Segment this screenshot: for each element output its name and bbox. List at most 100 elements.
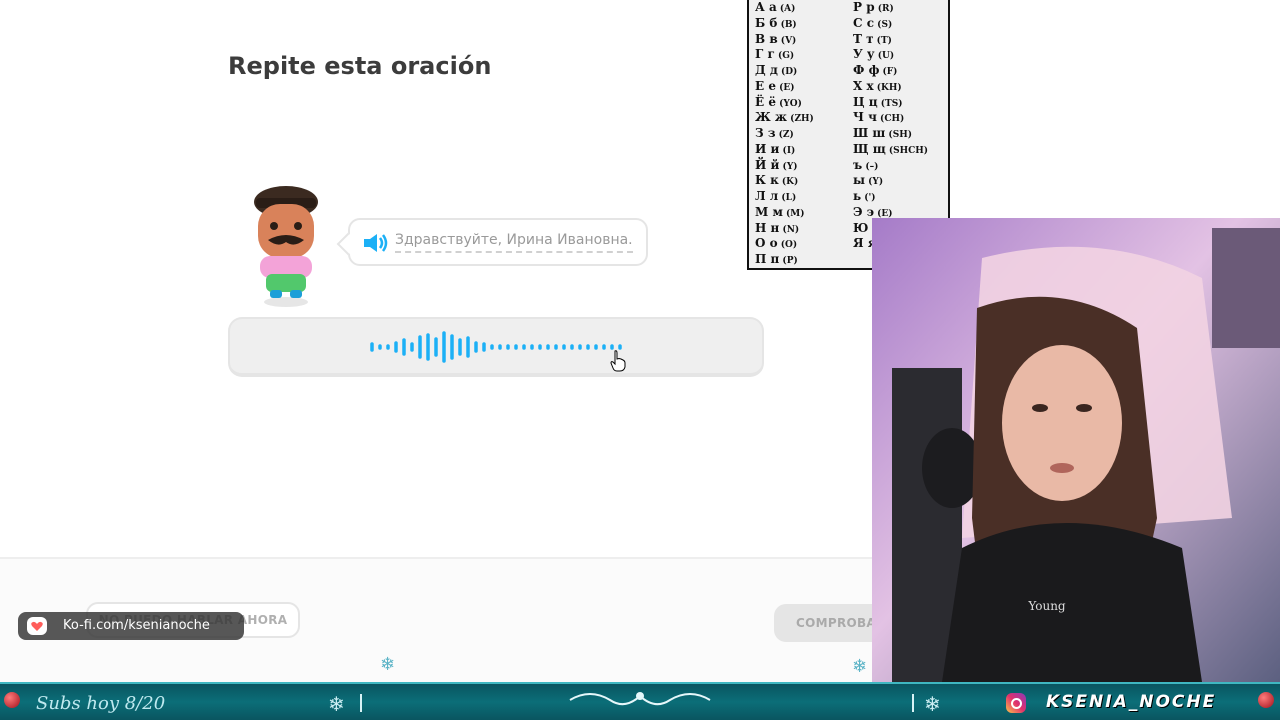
latin-transliteration: (Z) xyxy=(775,130,794,140)
latin-transliteration: (SHCH) xyxy=(885,145,929,156)
latin-transliteration: (L) xyxy=(778,193,797,203)
target-phrase[interactable]: Здравствуйте, Ирина Ивановна. xyxy=(395,232,633,253)
cyrillic-letter: ъ xyxy=(853,157,863,172)
alphabet-row: К к (K) xyxy=(755,173,798,187)
alphabet-row: М м (M) xyxy=(755,205,805,219)
kofi-cup-icon xyxy=(26,616,52,636)
cyrillic-letter: Б б xyxy=(755,15,778,30)
cyrillic-letter: Ж ж xyxy=(755,110,788,125)
latin-transliteration: (E) xyxy=(775,82,795,93)
latin-transliteration: (F) xyxy=(879,67,898,77)
cyrillic-letter: Ё ё xyxy=(755,94,776,109)
cyrillic-letter: Л л xyxy=(755,189,779,203)
character-avatar xyxy=(248,184,324,308)
cyrillic-letter: З з xyxy=(755,126,776,140)
instagram-icon xyxy=(1006,693,1026,713)
lesson-title: Repite esta oración xyxy=(228,52,492,80)
cyrillic-letter: Э э xyxy=(853,204,875,219)
cyrillic-letter: М м xyxy=(755,204,783,219)
alphabet-row: П п (P) xyxy=(755,252,798,266)
separator xyxy=(360,694,362,712)
subs-counter: Subs hoy 8/20 xyxy=(36,693,166,714)
cyrillic-letter: К к xyxy=(755,173,779,188)
alphabet-row: Р р (R) xyxy=(853,0,894,14)
alphabet-row: В в (V) xyxy=(755,32,796,46)
speech-bubble: Здравствуйте, Ирина Ивановна. xyxy=(348,218,648,266)
snowflake-icon: ❄ xyxy=(924,692,941,716)
latin-transliteration: (ZH) xyxy=(787,114,814,125)
alphabet-row: Ф ф (F) xyxy=(853,63,897,77)
cyrillic-letter: Х х xyxy=(853,78,874,93)
cyrillic-letter: Щ щ xyxy=(853,141,886,156)
cyrillic-letter: Ф ф xyxy=(853,63,880,77)
alphabet-row: Ц ц (TS) xyxy=(853,95,903,109)
latin-transliteration: (S) xyxy=(874,19,893,30)
latin-transliteration: (D) xyxy=(777,67,798,77)
cyrillic-letter: П п xyxy=(755,252,780,266)
snowflake-icon: ❄ xyxy=(328,692,345,716)
snowflake-icon: ❄ xyxy=(380,654,396,675)
audio-waveform-icon xyxy=(370,331,622,363)
cyrillic-letter: Н н xyxy=(755,220,780,235)
latin-transliteration: (–) xyxy=(862,161,879,172)
latin-transliteration: (M) xyxy=(782,208,805,219)
alphabet-row: О о (O) xyxy=(755,236,797,250)
cyrillic-letter: Ц ц xyxy=(853,94,878,109)
alphabet-row: З з (Z) xyxy=(755,126,794,140)
svg-text:Young: Young xyxy=(1027,599,1066,613)
latin-transliteration: (TS) xyxy=(877,98,903,109)
speaker-icon[interactable] xyxy=(362,232,390,254)
alphabet-row: Ч ч (CH) xyxy=(853,110,904,124)
hand-cursor-icon xyxy=(610,350,626,372)
latin-transliteration: (V) xyxy=(777,35,797,46)
cyrillic-letter: А а xyxy=(755,0,777,14)
record-button[interactable] xyxy=(228,317,764,377)
latin-transliteration: (P) xyxy=(779,256,798,266)
latin-transliteration: (I) xyxy=(779,145,796,156)
alphabet-row: Г г (G) xyxy=(755,47,794,61)
alphabet-row: Т т (T) xyxy=(853,32,892,46)
latin-transliteration: (Y) xyxy=(865,177,884,188)
latin-transliteration: (U) xyxy=(874,51,895,62)
webcam-feed: Young xyxy=(872,218,1280,682)
streamer-handle: KSENIA_NOCHE xyxy=(1046,692,1217,712)
alphabet-row: Е е (E) xyxy=(755,79,794,93)
alphabet-row: Л л (L) xyxy=(755,189,796,203)
latin-transliteration: (') xyxy=(861,193,876,203)
alphabet-row: Й й (Y) xyxy=(755,158,798,172)
cyrillic-letter: Р р xyxy=(853,0,875,14)
cyrillic-letter: ы xyxy=(853,173,866,188)
cyrillic-letter: Ч ч xyxy=(853,110,877,125)
alphabet-row: Ё ё (YO) xyxy=(755,95,802,109)
lesson-app: Repite esta oración Здравствуйте, Ирина … xyxy=(0,0,872,682)
ornament-icon xyxy=(1258,692,1274,708)
alphabet-row: ъ (–) xyxy=(853,158,878,172)
ornament-flourish-icon xyxy=(569,692,711,706)
alphabet-row: У у (U) xyxy=(853,47,894,61)
cyrillic-letter: Й й xyxy=(755,157,780,172)
latin-transliteration: (CH) xyxy=(876,114,905,125)
alphabet-row: И и (I) xyxy=(755,142,795,156)
kofi-link: Ko-fi.com/ksenianoche xyxy=(63,618,210,633)
kofi-overlay: Ko-fi.com/ksenianoche xyxy=(18,612,244,640)
latin-transliteration: (Y) xyxy=(779,161,798,172)
check-button[interactable]: COMPROBAR xyxy=(774,604,872,642)
latin-transliteration: (A) xyxy=(776,4,796,14)
alphabet-row: Д д (D) xyxy=(755,63,797,77)
cyrillic-letter: У у xyxy=(853,47,875,62)
latin-transliteration: (O) xyxy=(777,240,798,251)
alphabet-row: Ш ш (SH) xyxy=(853,126,912,140)
cyrillic-letter: О о xyxy=(755,236,778,251)
latin-transliteration: (R) xyxy=(874,4,894,14)
alphabet-row: Н н (N) xyxy=(755,221,799,235)
latin-transliteration: (T) xyxy=(873,35,892,46)
cyrillic-letter: И и xyxy=(755,141,780,156)
alphabet-row: ы (Y) xyxy=(853,173,883,187)
alphabet-row: Э э (E) xyxy=(853,205,893,219)
latin-transliteration: (SH) xyxy=(885,130,912,140)
separator xyxy=(912,694,914,712)
cyrillic-letter: Т т xyxy=(853,31,874,46)
latin-transliteration: (G) xyxy=(774,51,795,62)
cyrillic-letter: В в xyxy=(755,31,778,46)
alphabet-row: С с (S) xyxy=(853,16,892,30)
